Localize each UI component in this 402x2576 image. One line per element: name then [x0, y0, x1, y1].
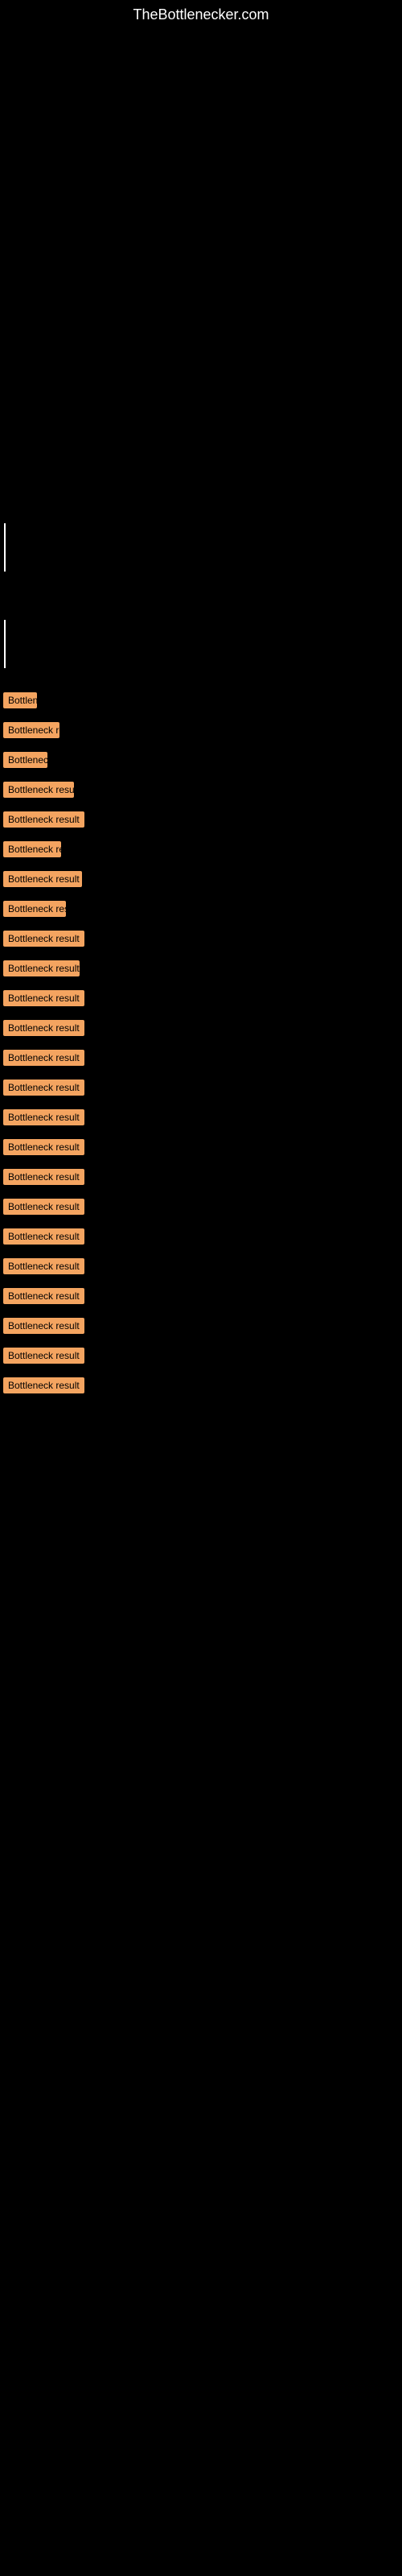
result-badge: Bottleneck result [3, 811, 84, 828]
result-badge: Bottleneck result [3, 782, 74, 798]
result-badge: Bottleneck result [3, 871, 82, 887]
result-badge: Bottleneck result [3, 931, 84, 947]
result-item[interactable]: Bottleneck result [0, 1228, 402, 1249]
result-item[interactable]: Bottleneck result [0, 1377, 402, 1397]
result-badge: Bottleneck result [3, 1228, 84, 1245]
result-item[interactable]: Bottleneck result [0, 1288, 402, 1308]
site-title-text: TheBottlenecker.com [0, 0, 402, 30]
result-badge: Bottleneck result [3, 1139, 84, 1155]
result-item[interactable]: Bottleneck result [0, 782, 402, 802]
results-container: Bottleneck result Bottleneck result Bottle… [0, 692, 402, 1407]
result-badge: Bottleneck result [3, 901, 66, 917]
result-badge: Bottleneck result [3, 1288, 84, 1304]
result-item[interactable]: Bottleneck result [0, 1020, 402, 1040]
result-badge: Bottleneck result [3, 1318, 84, 1334]
result-badge: Bottleneck result [3, 692, 37, 708]
result-badge: Bottleneck result [3, 722, 59, 738]
result-item[interactable]: Bottleneck result [0, 1258, 402, 1278]
result-badge: Bottleneck result [3, 1258, 84, 1274]
result-item[interactable]: Bottleneck result [0, 1139, 402, 1159]
result-item[interactable]: Bottleneck result [0, 752, 402, 772]
result-badge: Bottleneck result [3, 1169, 84, 1185]
result-item[interactable]: Bottleneck result [0, 960, 402, 980]
result-item[interactable]: Bottleneck result [0, 871, 402, 891]
main-chart-area [0, 30, 402, 529]
result-badge: Bottleneck result [3, 752, 47, 768]
result-badge: Bottleneck result [3, 1020, 84, 1036]
result-badge: Bottleneck result [3, 1348, 84, 1364]
result-badge: Bottleneck result [3, 960, 80, 976]
result-item[interactable]: Bottleneck result [0, 811, 402, 832]
result-item[interactable]: Bottleneck result [0, 1199, 402, 1219]
vertical-line-1 [4, 523, 6, 572]
vertical-line-2 [4, 620, 6, 668]
result-badge: Bottleneck result [3, 990, 84, 1006]
result-badge: Bottleneck result [3, 841, 61, 857]
result-item[interactable]: Bottleneck result [0, 841, 402, 861]
result-item[interactable]: Bottleneck result [0, 1080, 402, 1100]
result-item[interactable]: Bottleneck result [0, 722, 402, 742]
result-item[interactable]: Bottleneck result [0, 692, 402, 712]
result-badge: Bottleneck result [3, 1080, 84, 1096]
result-item[interactable]: Bottleneck result [0, 1318, 402, 1338]
result-item[interactable]: Bottleneck result [0, 1169, 402, 1189]
result-badge: Bottleneck result [3, 1050, 84, 1066]
result-item[interactable]: Bottleneck result [0, 990, 402, 1010]
result-item[interactable]: Bottleneck result [0, 1050, 402, 1070]
result-item[interactable]: Bottleneck result [0, 901, 402, 921]
result-item[interactable]: Bottleneck result [0, 1109, 402, 1129]
result-badge: Bottleneck result [3, 1109, 84, 1125]
result-badge: Bottleneck result [3, 1199, 84, 1215]
result-item[interactable]: Bottleneck result [0, 931, 402, 951]
result-badge: Bottleneck result [3, 1377, 84, 1393]
result-item[interactable]: Bottleneck result [0, 1348, 402, 1368]
